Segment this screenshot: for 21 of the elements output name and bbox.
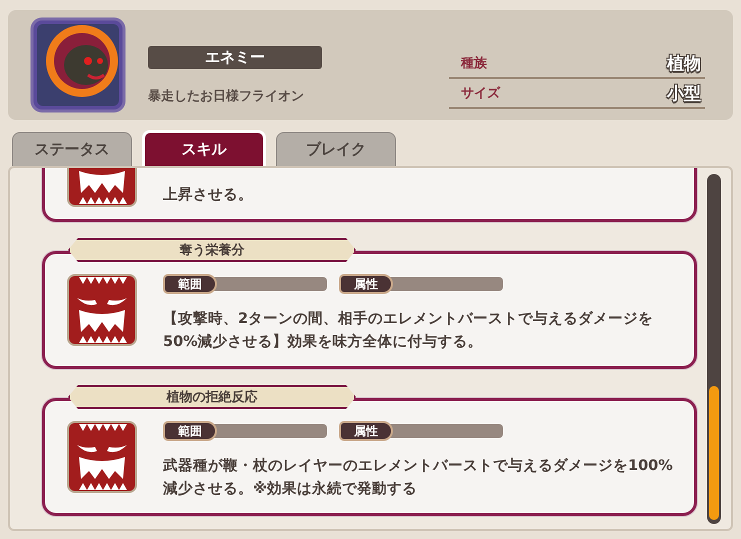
attribute-value: 小型 [667,82,701,104]
skill-title: 植物の拒絶反応 [68,385,356,409]
attribute-tag: 属性 [339,421,393,441]
skill-description: 上昇させる。 [163,186,254,205]
scrollbar[interactable] [707,174,721,524]
monster-mouth-icon [67,421,137,493]
skill-title: 奪う栄養分 [68,238,356,262]
range-label: 範囲 [163,274,217,294]
attribute-value: 植物 [667,52,701,74]
tab[interactable]: スキル [142,130,266,166]
tab[interactable]: ステータス [12,132,132,166]
skill-description: 武器種が鞭・杖のレイヤーのエレメントバーストで与えるダメージを100%減少させる。※効果は永続で発動する [163,456,674,499]
skill-description: 【攻撃時、2ターンの間、相手のエレメントバーストで与えるダメージを50%減少させる】効果を味方全体に付与する。 [163,310,654,352]
range-label: 範囲 [163,421,217,441]
attribute-label: サイズ [461,85,500,102]
monster-mouth-icon [67,274,137,346]
tab[interactable]: ブレイク [276,132,396,166]
attribute-label: 種族 [461,55,487,72]
enemy-name: 暴走したお日様フライオン [148,88,305,104]
category-label: エネミー [148,46,322,68]
attribute-tag: 属性 [339,274,393,294]
